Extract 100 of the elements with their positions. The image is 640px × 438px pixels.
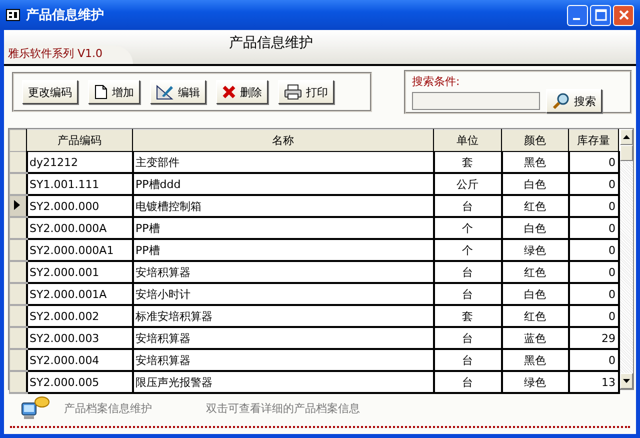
- table-cell: 0: [568, 195, 618, 217]
- row-indicator[interactable]: [10, 217, 26, 239]
- scroll-up-button[interactable]: [620, 129, 633, 145]
- table-cell: 套: [434, 152, 502, 173]
- table-cell: 台: [434, 283, 502, 305]
- table-cell: 红色: [502, 305, 568, 327]
- search-button[interactable]: 搜索: [546, 89, 602, 113]
- table-cell: 台: [434, 261, 502, 283]
- table-cell: SY2.000.003: [26, 327, 132, 349]
- table-cell: 0: [568, 261, 618, 283]
- column-header[interactable]: 单位: [434, 130, 502, 152]
- table-cell: SY2.000.000A1: [26, 239, 132, 261]
- table-cell: 台: [434, 327, 502, 349]
- table-cell: PP槽: [132, 217, 434, 239]
- search-field[interactable]: [412, 92, 540, 110]
- row-indicator[interactable]: [10, 283, 26, 305]
- window-title: 产品信息维护: [26, 6, 104, 24]
- toolbar-button[interactable]: 增加: [88, 80, 140, 104]
- table-cell: 0: [568, 283, 618, 305]
- app-icon: [6, 9, 20, 21]
- row-indicator[interactable]: [10, 152, 26, 173]
- column-header[interactable]: 颜色: [502, 130, 568, 152]
- table-cell: 安培积算器: [132, 327, 434, 349]
- column-header[interactable]: 产品编码: [26, 130, 132, 152]
- row-indicator[interactable]: [10, 305, 26, 327]
- table-cell: 限压声光报警器: [132, 371, 434, 393]
- table-cell: 0: [568, 305, 618, 327]
- table-cell: 黑色: [502, 349, 568, 371]
- toolbar-button[interactable]: 更改编码: [22, 80, 78, 104]
- table-cell: 主变部件: [132, 152, 434, 173]
- table-cell: PP槽: [132, 239, 434, 261]
- table-cell: 台: [434, 195, 502, 217]
- table-cell: 0: [568, 239, 618, 261]
- minimize-icon: [572, 18, 580, 20]
- delete-icon: [222, 85, 236, 99]
- table-cell: 13: [568, 371, 618, 393]
- table-cell: 0: [568, 152, 618, 173]
- document-icon: [94, 84, 108, 100]
- toolbar-button[interactable]: 打印: [278, 80, 334, 104]
- close-icon: [618, 9, 630, 21]
- table-cell: SY2.000.001: [26, 261, 132, 283]
- scroll-thumb[interactable]: [620, 145, 633, 161]
- row-indicator[interactable]: [10, 327, 26, 349]
- column-header[interactable]: 库存量: [568, 130, 618, 152]
- computer-icon: [20, 395, 50, 421]
- table-cell: 红色: [502, 261, 568, 283]
- footer-title: 产品档案信息维护: [64, 400, 152, 416]
- row-indicator[interactable]: [10, 349, 26, 371]
- table-cell: 安培积算器: [132, 261, 434, 283]
- pencil-ruler-icon: [156, 84, 174, 100]
- table-cell: 白色: [502, 173, 568, 195]
- maximize-button[interactable]: [590, 4, 611, 26]
- table-cell: 0: [568, 217, 618, 239]
- brand-label: 雅乐软件系列 V1.0: [4, 46, 133, 64]
- table-cell: SY2.000.000: [26, 195, 132, 217]
- close-button[interactable]: [613, 4, 634, 26]
- table-cell: 绿色: [502, 371, 568, 393]
- table-cell: 套: [434, 305, 502, 327]
- corner-header[interactable]: [10, 130, 26, 152]
- footer-hint: 双击可查看详细的产品档案信息: [206, 400, 360, 416]
- table-cell: 29: [568, 327, 618, 349]
- table-cell: 个: [434, 239, 502, 261]
- down-arrow-icon: [622, 379, 630, 383]
- row-indicator[interactable]: [10, 261, 26, 283]
- column-header[interactable]: 名称: [132, 130, 434, 152]
- up-arrow-icon: [622, 135, 630, 139]
- table-cell: 安培积算器: [132, 349, 434, 371]
- row-indicator[interactable]: [10, 173, 26, 195]
- table-cell: 绿色: [502, 239, 568, 261]
- printer-icon: [284, 84, 302, 100]
- scroll-down-button[interactable]: [620, 373, 633, 389]
- table-cell: dy21212: [26, 152, 132, 173]
- table-cell: PP槽ddd: [132, 173, 434, 195]
- minimize-button[interactable]: [567, 4, 588, 26]
- table-cell: 蓝色: [502, 327, 568, 349]
- table-cell: 安培小时计: [132, 283, 434, 305]
- table-cell: 红色: [502, 195, 568, 217]
- table-cell: 台: [434, 349, 502, 371]
- table-cell: SY2.000.000A: [26, 217, 132, 239]
- toolbar-button[interactable]: 编辑: [150, 80, 206, 104]
- search-label: 搜索条件:: [412, 74, 461, 89]
- table-cell: SY2.000.004: [26, 349, 132, 371]
- table-cell: 个: [434, 217, 502, 239]
- table-cell: SY2.000.001A: [26, 283, 132, 305]
- table-cell: 白色: [502, 283, 568, 305]
- search-icon: [552, 92, 570, 110]
- table-cell: 标准安培积算器: [132, 305, 434, 327]
- header-title: 产品信息维护: [229, 34, 313, 52]
- table-cell: 0: [568, 173, 618, 195]
- row-indicator[interactable]: [10, 195, 26, 217]
- toolbar-button[interactable]: 删除: [216, 80, 268, 104]
- table-cell: SY2.000.002: [26, 305, 132, 327]
- table-cell: 台: [434, 371, 502, 393]
- table-cell: 白色: [502, 217, 568, 239]
- maximize-icon: [594, 9, 606, 21]
- table-cell: SY2.000.005: [26, 371, 132, 393]
- row-indicator[interactable]: [10, 239, 26, 261]
- table-cell: 电镀槽控制箱: [132, 195, 434, 217]
- table-cell: 0: [568, 349, 618, 371]
- row-indicator[interactable]: [10, 371, 26, 393]
